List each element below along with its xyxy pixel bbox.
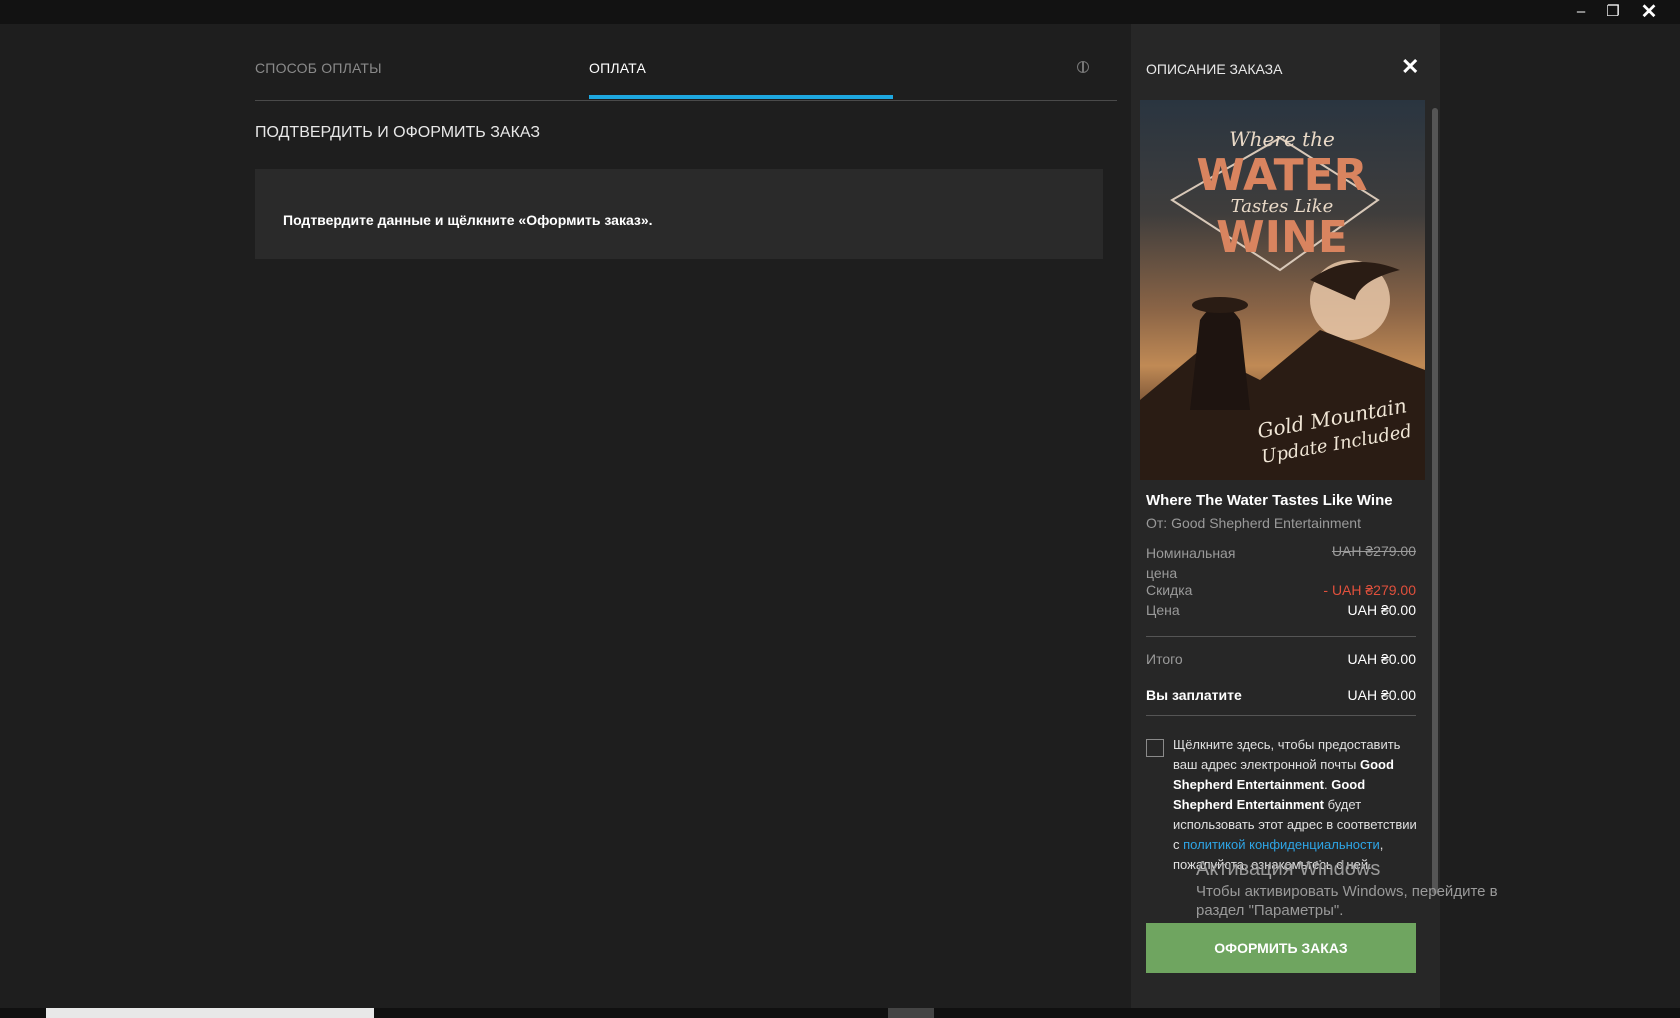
window-titlebar: – ❐ ✕ xyxy=(0,0,1680,24)
cover-title-line4: WINE xyxy=(1216,212,1348,263)
email-consent-checkbox[interactable] xyxy=(1146,739,1164,757)
divider xyxy=(1146,636,1416,637)
close-window-icon[interactable]: ✕ xyxy=(1634,0,1664,24)
cover-title-line1: Where the xyxy=(1229,127,1335,151)
globe-icon xyxy=(1077,61,1089,73)
privacy-policy-link[interactable]: политикой конфиденциальности xyxy=(1183,837,1380,852)
windows-activation-text: Чтобы активировать Windows, перейдите в … xyxy=(1196,883,1498,919)
scrollbar-thumb[interactable] xyxy=(1432,108,1438,894)
taskbar-item[interactable] xyxy=(46,1008,374,1018)
notice-text: Подтвердите данные и щёлкните «Оформить … xyxy=(283,212,653,228)
subtotal-label: Итого xyxy=(1146,651,1183,667)
close-icon[interactable]: ✕ xyxy=(1401,54,1419,80)
tab-payment[interactable]: ОПЛАТА xyxy=(589,60,646,76)
game-cover-image: Where the WATER Tastes Like WINE Gold Mo… xyxy=(1140,100,1425,480)
section-title: ПОДТВЕРДИТЬ И ОФОРМИТЬ ЗАКАЗ xyxy=(255,124,541,141)
publisher: От: Good Shepherd Entertainment xyxy=(1146,515,1361,531)
discount-label: Скидка xyxy=(1146,582,1193,598)
cover-title-line2: WATER xyxy=(1196,150,1367,201)
total-pay-label: Вы заплатите xyxy=(1146,687,1242,703)
divider xyxy=(1146,715,1416,716)
place-order-button[interactable]: ОФОРМИТЬ ЗАКАЗ xyxy=(1146,923,1416,973)
total-pay-value: UAH ₴0.00 xyxy=(1347,687,1416,703)
maximize-icon[interactable]: ❐ xyxy=(1598,0,1628,24)
order-summary-title: ОПИСАНИЕ ЗАКАЗА xyxy=(1146,61,1283,77)
windows-activation-title: Активация Windows xyxy=(1196,858,1381,880)
checkout-tabs: СПОСОБ ОПЛАТЫ ОПЛАТА xyxy=(255,48,1117,101)
tab-payment-method[interactable]: СПОСОБ ОПЛАТЫ xyxy=(255,60,382,76)
price-value: UAH ₴0.00 xyxy=(1347,602,1416,618)
discount-value: - UAH ₴279.00 xyxy=(1323,582,1416,598)
notice-box: Подтвердите данные и щёлкните «Оформить … xyxy=(255,169,1103,259)
price-label: Цена xyxy=(1146,602,1180,618)
taskbar xyxy=(0,1008,1680,1018)
minimize-icon[interactable]: – xyxy=(1566,0,1596,24)
nominal-price-label: Номинальная цена xyxy=(1146,545,1236,581)
game-title: Where The Water Tastes Like Wine xyxy=(1146,492,1393,509)
nominal-price-value: UAH ₴279.00 xyxy=(1331,543,1416,559)
taskbar-item[interactable] xyxy=(888,1008,934,1018)
email-consent-text: Щёлкните здесь, чтобы предоставить ваш а… xyxy=(1173,735,1418,875)
active-tab-indicator xyxy=(589,95,893,99)
subtotal-value: UAH ₴0.00 xyxy=(1347,651,1416,667)
